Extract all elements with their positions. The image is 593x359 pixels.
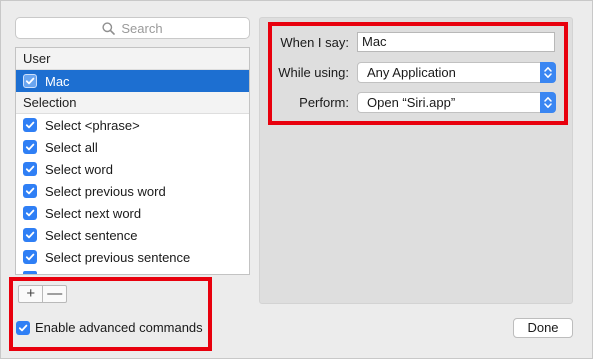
search-placeholder: Search <box>121 20 163 36</box>
checkmark-icon <box>25 121 35 129</box>
command-detail-panel <box>259 17 573 304</box>
add-button[interactable]: + <box>19 286 42 302</box>
checkbox-select-phrase[interactable] <box>23 118 37 132</box>
group-header-user: User <box>16 48 249 70</box>
when-i-say-label: When I say: <box>280 35 349 50</box>
enable-advanced-checkbox[interactable] <box>16 320 30 335</box>
updown-arrows-icon <box>540 92 556 113</box>
checkbox-select-sentence[interactable] <box>23 228 37 242</box>
list-item-mac[interactable]: Mac <box>16 70 249 92</box>
list-item-label: Select previous word <box>45 183 166 199</box>
checkbox-select-next-word[interactable] <box>23 206 37 220</box>
list-item-label: Select sentence <box>45 227 138 243</box>
list-item-select-previous-word[interactable]: Select previous word <box>16 180 249 202</box>
checkmark-icon <box>25 143 35 151</box>
checkmark-icon <box>25 165 35 173</box>
list-item-select-all[interactable]: Select all <box>16 136 249 158</box>
list-item-label: Select next word <box>45 205 142 221</box>
list-item-select-next-word[interactable]: Select next word <box>16 202 249 224</box>
list-item-select-previous-sentence[interactable]: Select previous sentence <box>16 246 249 268</box>
list-item-select-sentence[interactable]: Select sentence <box>16 224 249 246</box>
list-item-label: Select <phrase> <box>45 117 140 133</box>
while-using-label: While using: <box>278 65 349 80</box>
when-i-say-field[interactable]: Mac <box>357 32 555 52</box>
checkbox-select-all[interactable] <box>23 140 37 154</box>
checkmark-icon <box>25 209 35 217</box>
perform-popup[interactable]: Open “Siri.app” <box>357 92 556 113</box>
search-icon <box>102 21 116 35</box>
list-item-label: Select all <box>45 139 98 155</box>
checkbox-select-word[interactable] <box>23 162 37 176</box>
checkmark-icon <box>25 77 35 85</box>
while-using-value: Any Application <box>367 65 456 80</box>
list-item-label: Mac <box>45 73 70 89</box>
partially-visible-checkbox <box>23 271 37 274</box>
checkbox-mac[interactable] <box>23 74 37 88</box>
add-remove-control: + — <box>18 285 67 303</box>
list-item-select-word[interactable]: Select word <box>16 158 249 180</box>
checkmark-icon <box>18 324 28 331</box>
perform-value: Open “Siri.app” <box>367 95 456 110</box>
updown-arrows-icon <box>540 62 556 83</box>
checkmark-icon <box>25 231 35 239</box>
list-item-label: Select previous sentence <box>45 249 191 265</box>
remove-button[interactable]: — <box>42 286 66 302</box>
group-header-selection: Selection <box>16 92 249 114</box>
checkbox-select-previous-word[interactable] <box>23 184 37 198</box>
checkmark-icon <box>25 253 35 261</box>
commands-list[interactable]: User Mac Selection Select <phrase> Selec… <box>15 47 250 275</box>
list-item-label: Select word <box>45 161 113 177</box>
search-field[interactable]: Search <box>15 17 250 39</box>
perform-label: Perform: <box>299 95 349 110</box>
while-using-popup[interactable]: Any Application <box>357 62 556 83</box>
enable-advanced-label: Enable advanced commands <box>35 320 203 335</box>
checkmark-icon <box>25 187 35 195</box>
checkbox-select-previous-sentence[interactable] <box>23 250 37 264</box>
enable-advanced-commands[interactable]: Enable advanced commands <box>16 320 203 335</box>
done-button[interactable]: Done <box>513 318 573 338</box>
list-item-select-phrase[interactable]: Select <phrase> <box>16 114 249 136</box>
